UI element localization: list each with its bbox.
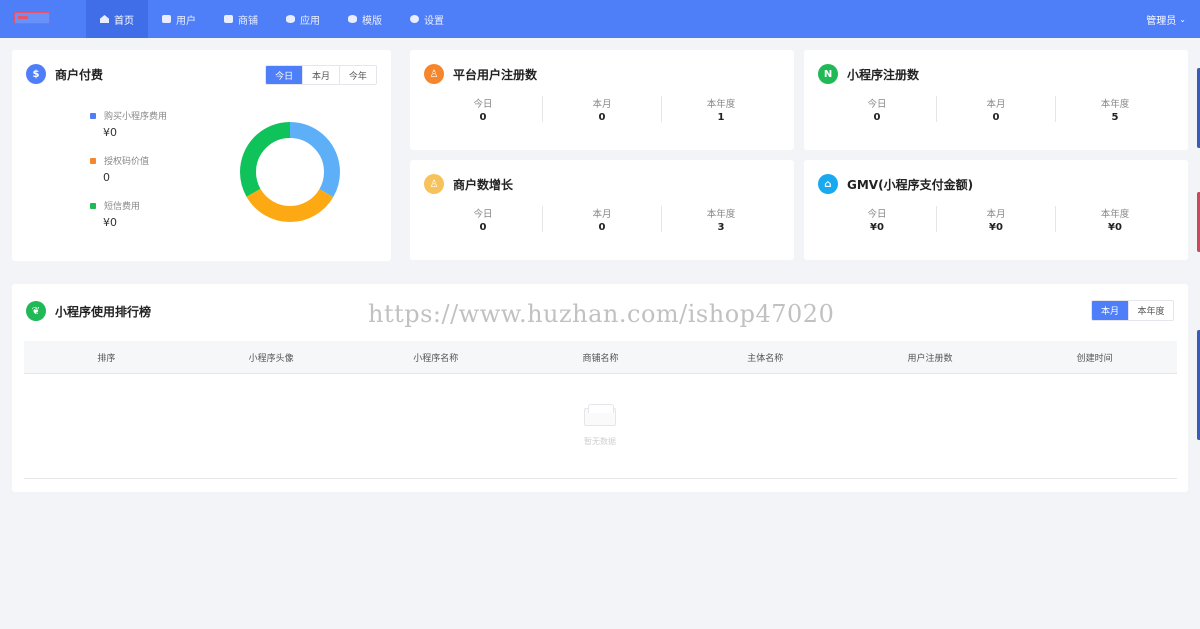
leaf-icon: ❦ [26, 301, 46, 321]
merchant-growth-card: ♙ 商户数增长 今日 0 本月 0 本年度 3 [410, 160, 794, 260]
nav-item-templates[interactable]: 模版 [334, 0, 396, 38]
column-header[interactable]: 商铺名称 [518, 341, 683, 373]
admin-label: 管理员 [1146, 15, 1177, 27]
card-title: N 小程序注册数 [818, 64, 919, 84]
chevron-down-icon: ⌄ [1179, 14, 1186, 24]
payment-donut-chart [240, 122, 340, 222]
stat-year: 本年度 5 [1055, 96, 1174, 123]
apps-icon [286, 15, 295, 23]
nav-item-apps[interactable]: 应用 [272, 0, 334, 38]
stats-row: 今日 0 本月 0 本年度 3 [424, 206, 780, 233]
top-navbar: 首页 用户 商铺 应用 模版 设置 管理员 ⌄ [0, 0, 1200, 38]
ranking-period-tabs: 本月 本年度 [1091, 300, 1174, 321]
stat-month: 本月 0 [936, 96, 1055, 123]
stats-row: 今日 ¥0 本月 ¥0 本年度 ¥0 [818, 206, 1174, 233]
legend-item-auth-code-value: 授权码价值 0 [90, 154, 149, 184]
legend-item-sms-fee: 短信费用 ¥0 [90, 199, 140, 229]
watermark-text: https://www.huzhan.com/ishop47020 [368, 300, 835, 328]
stat-year: 本年度 ¥0 [1055, 206, 1174, 233]
stat-year: 本年度 1 [661, 96, 780, 123]
merchant-pay-title: $ 商户付费 [26, 64, 103, 84]
empty-inbox-icon [584, 404, 616, 426]
stat-today: 今日 0 [867, 99, 887, 123]
tab-today[interactable]: 今日 [266, 66, 303, 84]
gear-icon [410, 15, 419, 23]
house-icon: ⌂ [818, 174, 838, 194]
stat-month: 本月 ¥0 [936, 206, 1055, 233]
home-icon [100, 15, 109, 23]
column-header[interactable]: 创建时间 [1012, 341, 1177, 373]
stats-row: 今日 0 本月 0 本年度 1 [424, 96, 780, 123]
column-header[interactable]: 小程序名称 [353, 341, 518, 373]
stat-today: 今日 0 [473, 99, 493, 123]
user-icon: ♙ [424, 64, 444, 84]
card-title: ♙ 商户数增长 [424, 174, 513, 194]
card-title: ⌂ GMV(小程序支付金额) [818, 174, 973, 194]
ranking-title: ❦ 小程序使用排行榜 [26, 301, 151, 321]
column-header[interactable]: 用户注册数 [848, 341, 1013, 373]
merchant-pay-card: $ 商户付费 今日 本月 今年 购买小程序费用 ¥0 授权码价值 0 短信费用 … [12, 50, 391, 261]
table-divider [24, 478, 1177, 479]
card-title: ♙ 平台用户注册数 [424, 64, 537, 84]
tab-year[interactable]: 今年 [338, 66, 376, 84]
legend-dot [90, 112, 96, 119]
stats-row: 今日 0 本月 0 本年度 5 [818, 96, 1174, 123]
platform-users-card: ♙ 平台用户注册数 今日 0 本月 0 本年度 1 [410, 50, 794, 150]
admin-menu[interactable]: 管理员 ⌄ [1146, 0, 1186, 38]
miniprogram-registrations-card: N 小程序注册数 今日 0 本月 0 本年度 5 [804, 50, 1188, 150]
stat-month: 本月 0 [542, 96, 661, 123]
stat-today: 今日 ¥0 [867, 209, 887, 233]
tab-year[interactable]: 本年度 [1128, 301, 1173, 320]
layers-icon [348, 15, 357, 23]
merchant-pay-period-tabs: 今日 本月 今年 [265, 65, 377, 85]
stat-today: 今日 0 [473, 209, 493, 233]
users-icon [162, 15, 171, 23]
column-header[interactable]: 排序 [24, 341, 189, 373]
miniprogram-icon: N [818, 64, 838, 84]
legend-value: ¥0 [103, 126, 117, 139]
nav-item-home[interactable]: 首页 [86, 0, 148, 38]
main-nav: 首页 用户 商铺 应用 模版 设置 [86, 0, 458, 38]
legend-value: 0 [103, 171, 110, 184]
stat-month: 本月 0 [542, 206, 661, 233]
money-bag-icon: $ [26, 64, 46, 84]
column-header[interactable]: 主体名称 [683, 341, 848, 373]
nav-item-users[interactable]: 用户 [148, 0, 210, 38]
tab-month[interactable]: 本月 [302, 66, 339, 84]
brand-logo[interactable] [14, 12, 50, 24]
legend-item-miniprogram-fee: 购买小程序费用 ¥0 [90, 109, 167, 139]
tab-month[interactable]: 本月 [1092, 301, 1129, 320]
nav-item-settings[interactable]: 设置 [396, 0, 458, 38]
ranking-table-header: 排序 小程序头像 小程序名称 商铺名称 主体名称 用户注册数 创建时间 [24, 341, 1177, 374]
gmv-card: ⌂ GMV(小程序支付金额) 今日 ¥0 本月 ¥0 本年度 ¥0 [804, 160, 1188, 260]
shop-icon [224, 15, 233, 23]
legend-value: ¥0 [103, 216, 117, 229]
legend-dot [90, 157, 96, 164]
merchant-icon: ♙ [424, 174, 444, 194]
empty-state-text: 暂无数据 [584, 437, 616, 446]
legend-dot [90, 202, 96, 209]
column-header[interactable]: 小程序头像 [189, 341, 354, 373]
nav-item-shops[interactable]: 商铺 [210, 0, 272, 38]
stat-year: 本年度 3 [661, 206, 780, 233]
